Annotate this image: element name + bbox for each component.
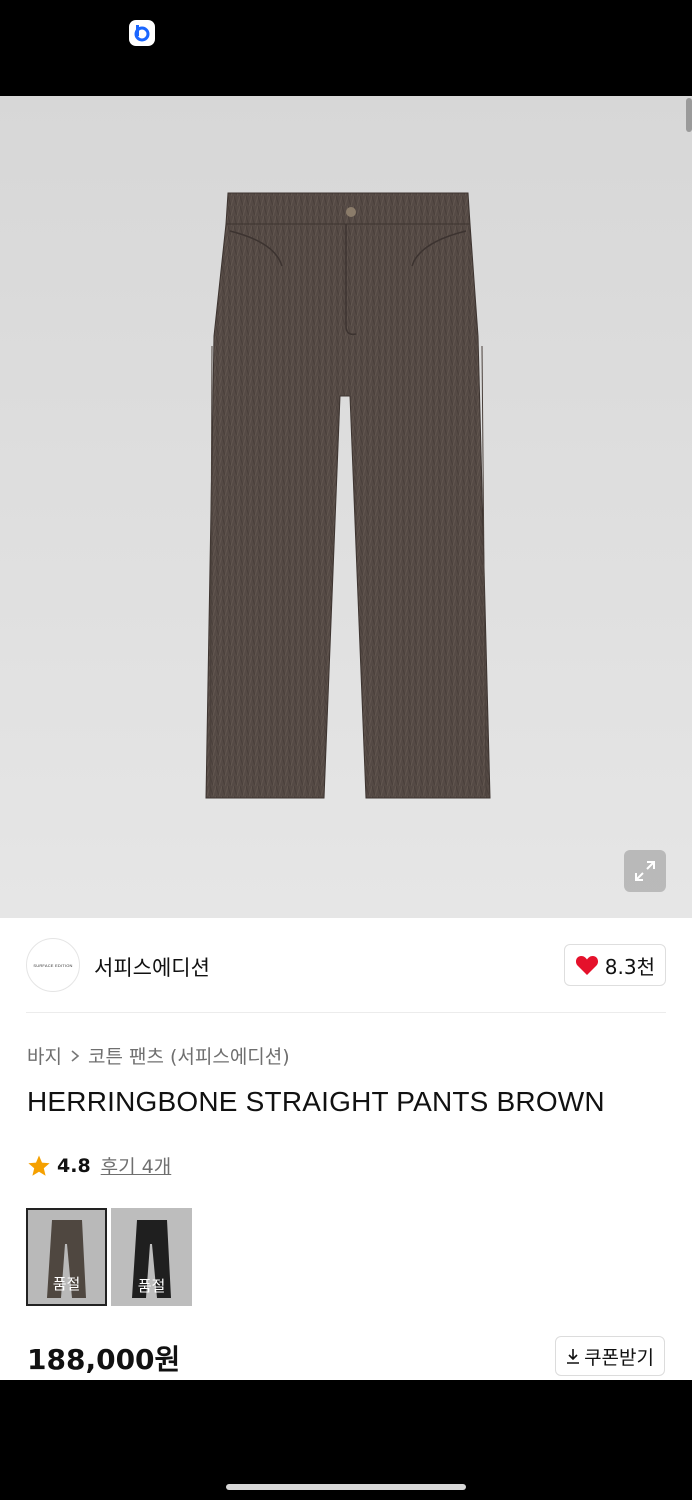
expand-arrows-icon[interactable] [624, 850, 666, 892]
reviews-link[interactable]: 후기 4개 [101, 1152, 172, 1179]
price: 188,000원 [27, 1343, 181, 1376]
divider [26, 1012, 666, 1013]
brand-row: SURFACE EDITION 서피스에디션 8.3천 [26, 938, 666, 994]
status-bar [0, 0, 692, 96]
coupon-label: 쿠폰받기 [584, 1346, 654, 1369]
product-image-area[interactable] [0, 96, 692, 918]
breadcrumb: 바지 코튼 팬츠 (서피스에디션) [27, 1042, 290, 1069]
brand-name[interactable]: 서피스에디션 [94, 952, 210, 982]
sold-out-label: 품절 [52, 1275, 81, 1293]
like-button[interactable]: 8.3천 [563, 944, 666, 986]
home-indicator[interactable] [226, 1484, 466, 1490]
color-option-black[interactable]: 품절 [111, 1208, 192, 1306]
heart-icon [575, 956, 598, 975]
product-image [205, 192, 491, 799]
breadcrumb-category[interactable]: 바지 [27, 1042, 62, 1069]
color-option-brown[interactable]: 품절 [26, 1208, 107, 1306]
b-app-icon [129, 20, 155, 46]
sold-out-label: 품절 [137, 1277, 166, 1295]
product-title: HERRINGBONE STRAIGHT PANTS BROWN [27, 1086, 605, 1117]
brand-logo[interactable]: SURFACE EDITION [26, 938, 80, 992]
like-count: 8.3천 [604, 954, 655, 979]
coupon-button[interactable]: 쿠폰받기 [555, 1336, 665, 1376]
rating-value: 4.8 [57, 1154, 91, 1177]
bottom-bar [0, 1380, 692, 1500]
product-info: SURFACE EDITION 서피스에디션 8.3천 바지 코튼 팬츠 (서피… [0, 918, 692, 1380]
breadcrumb-subcategory[interactable]: 코튼 팬츠 (서피스에디션) [88, 1042, 290, 1069]
rating-row: 4.8 후기 4개 [27, 1152, 171, 1179]
download-icon [567, 1349, 580, 1364]
star-icon [28, 1155, 50, 1176]
chevron-right-icon [71, 1049, 80, 1062]
color-options: 품절 품절 [26, 1208, 192, 1306]
